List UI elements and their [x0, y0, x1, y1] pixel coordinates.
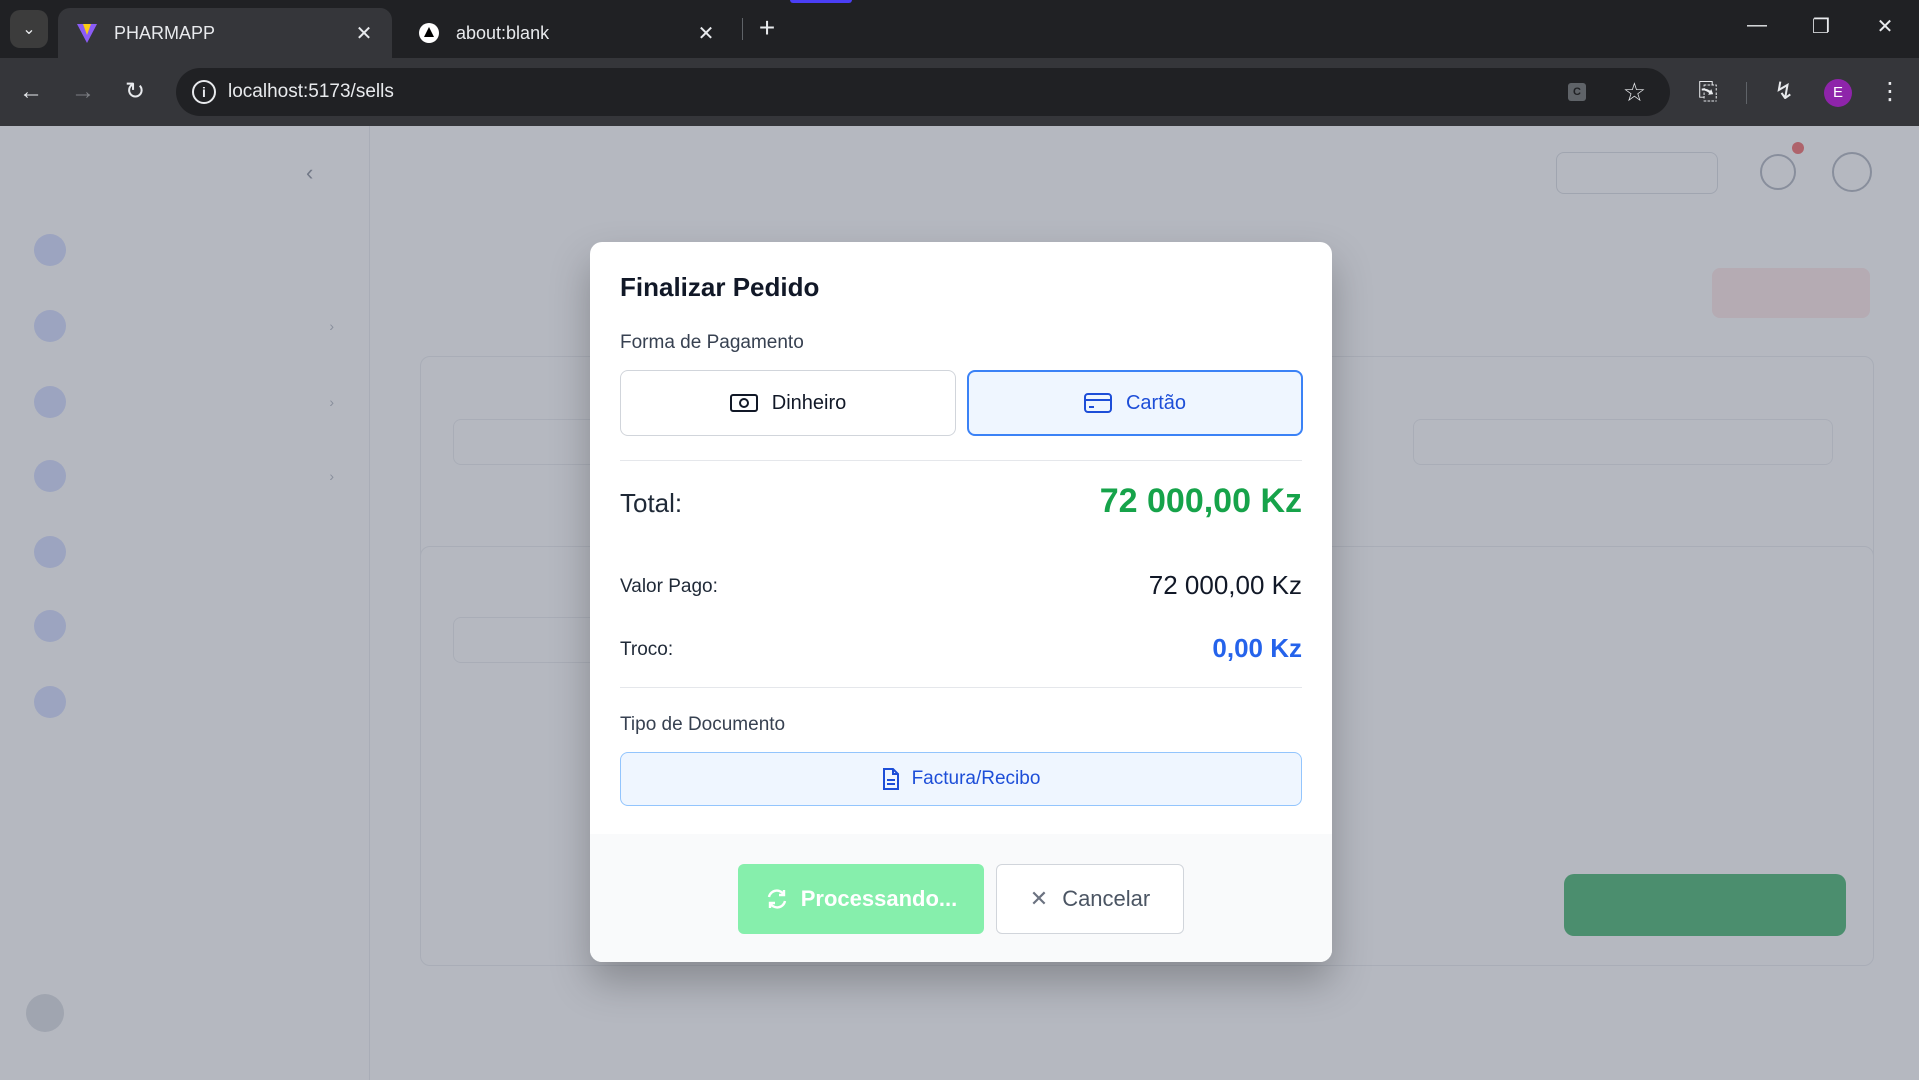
forward-button[interactable]: → [68, 77, 98, 107]
modal-footer: Processando... ✕ Cancelar [590, 834, 1332, 962]
back-button[interactable]: ← [16, 77, 46, 107]
close-window-button[interactable]: ✕ [1870, 14, 1900, 39]
total-label: Total: [620, 488, 683, 518]
change-label: Troco: [620, 639, 674, 660]
tab-title: PHARMAPP [114, 22, 216, 43]
payment-cash-label: Dinheiro [771, 391, 847, 414]
total-value: 72 000,00 Kz [1099, 482, 1302, 520]
browser-tab-blank[interactable]: about:blank ✕ [400, 8, 734, 58]
paid-label: Valor Pago: [620, 576, 718, 597]
close-tab-icon[interactable]: ✕ [352, 21, 376, 46]
site-info-icon[interactable]: i [192, 80, 216, 104]
browser-toolbar: ← → ↻ i localhost:5173/sells C ☆ ⎘ ↯ E ⋮ [0, 58, 1919, 126]
performance-icon[interactable]: ↯ [1768, 76, 1800, 108]
browser-menu-icon[interactable]: ⋮ [1874, 76, 1906, 108]
divider [620, 687, 1302, 688]
profile-avatar[interactable]: E [1824, 79, 1852, 107]
close-tab-icon[interactable]: ✕ [694, 21, 718, 46]
vite-logo-icon [74, 20, 100, 46]
credit-card-icon [1083, 392, 1112, 414]
cash-icon [729, 392, 758, 414]
tab-separator [742, 18, 743, 40]
cancel-button[interactable]: ✕ Cancelar [996, 864, 1184, 934]
extensions-puzzle-icon[interactable]: ⎘ [1692, 76, 1724, 108]
reload-button[interactable]: ↻ [120, 77, 150, 107]
bookmark-star-icon[interactable]: ☆ [1623, 77, 1646, 108]
new-tab-button[interactable]: + [752, 14, 782, 44]
payment-method-label: Forma de Pagamento [620, 332, 804, 353]
tab-group-indicator [790, 0, 852, 3]
cancel-label: Cancelar [1062, 886, 1151, 911]
finalize-order-modal: Finalizar Pedido Forma de Pagamento Dinh… [590, 242, 1332, 962]
modal-title: Finalizar Pedido [620, 272, 820, 302]
payment-cash-button[interactable]: Dinheiro [620, 370, 956, 436]
chevron-down-icon: ⌄ [22, 21, 36, 38]
processing-button[interactable]: Processando... [738, 864, 984, 934]
payment-card-label: Cartão [1125, 391, 1187, 414]
divider [620, 460, 1302, 461]
paid-value: 72 000,00 Kz [1148, 570, 1302, 600]
browser-tab-pharmapp[interactable]: PHARMAPP ✕ [58, 8, 392, 58]
document-type-button[interactable]: Factura/Recibo [620, 752, 1302, 806]
document-icon [882, 768, 900, 790]
address-bar[interactable]: i localhost:5173/sells C ☆ [176, 68, 1670, 116]
extension-c-icon[interactable]: C [1568, 83, 1586, 101]
tab-search-button[interactable]: ⌄ [10, 10, 48, 48]
processing-label: Processando... [800, 886, 958, 911]
browser-tab-bar: ⌄ PHARMAPP ✕ about:blank ✕ + — ❐ ✕ [0, 0, 1919, 58]
toolbar-separator [1746, 82, 1747, 104]
close-icon: ✕ [1029, 886, 1049, 911]
blank-page-favicon-icon [416, 20, 442, 46]
payment-card-button[interactable]: Cartão [967, 370, 1303, 436]
document-type-label: Tipo de Documento [620, 714, 786, 735]
change-value: 0,00 Kz [1212, 633, 1302, 663]
restore-window-button[interactable]: ❐ [1806, 14, 1836, 39]
minimize-window-button[interactable]: — [1742, 14, 1772, 37]
url-text[interactable]: localhost:5173/sells [228, 81, 394, 103]
document-type-value: Factura/Recibo [911, 768, 1041, 789]
tab-title: about:blank [456, 22, 550, 43]
refresh-spinner-icon [765, 887, 789, 911]
